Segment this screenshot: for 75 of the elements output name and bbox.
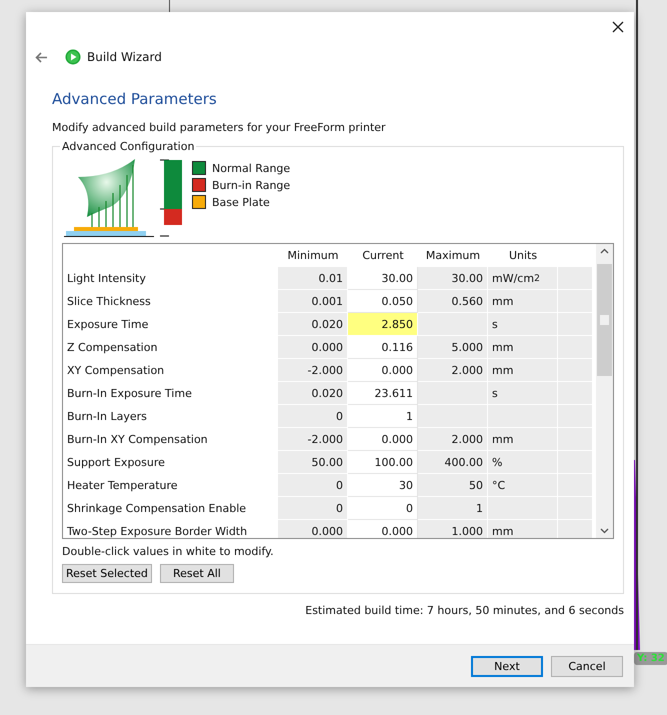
table-cell: 50 xyxy=(418,474,488,497)
table-cell[interactable]: 2.850 xyxy=(348,313,418,336)
table-cell: 0.01 xyxy=(278,267,348,290)
table-cell: 0.020 xyxy=(278,382,348,405)
play-icon xyxy=(65,49,81,65)
scrollbar[interactable] xyxy=(596,244,613,538)
reset-button[interactable]: Reset All xyxy=(160,564,234,583)
legend-label: Base Plate xyxy=(212,196,270,208)
table-cell: 0.000 xyxy=(278,336,348,359)
table-cell[interactable]: 0 xyxy=(348,497,418,520)
table-cell: 2.000 xyxy=(418,359,488,382)
table-cell[interactable]: 30 xyxy=(348,474,418,497)
coordinate-badge: Y: 32 xyxy=(634,652,667,665)
scroll-up-icon[interactable] xyxy=(600,248,609,254)
page-heading: Advanced Parameters xyxy=(52,90,218,108)
table-cell: 400.00 xyxy=(418,451,488,474)
parameter-name[interactable]: Burn-In Exposure Time xyxy=(63,382,278,405)
table-cell: 5.000 xyxy=(418,336,488,359)
table-cell: mm xyxy=(488,359,558,382)
grip-mark xyxy=(600,315,609,325)
table-cell: s xyxy=(488,313,558,336)
table-cell: 0.020 xyxy=(278,313,348,336)
estimate-text: Estimated build time: 7 hours, 50 minutes, and 6 seconds xyxy=(304,604,624,617)
table-cell: s xyxy=(488,382,558,405)
parameter-name[interactable]: Exposure Time xyxy=(63,313,278,336)
table-cell: 1.000 xyxy=(418,520,488,538)
table-cell[interactable]: 0.000 xyxy=(348,428,418,451)
scroll-down-icon[interactable] xyxy=(600,528,609,534)
table-cell: 2.000 xyxy=(418,428,488,451)
description-text: Modify advanced build parameters for your FreeForm printer xyxy=(52,121,387,134)
parameter-name[interactable]: XY Compensation xyxy=(63,359,278,382)
table-cell: 0.001 xyxy=(278,290,348,313)
table-cell: -2.000 xyxy=(278,428,348,451)
table-cell: mm xyxy=(488,520,558,538)
parameter-name[interactable]: Shrinkage Compensation Enable xyxy=(63,497,278,520)
table-cell: 0 xyxy=(278,405,348,428)
parameter-name[interactable]: Two-Step Exposure Border Width xyxy=(63,520,278,538)
table-cell[interactable]: 23.611 xyxy=(348,382,418,405)
parameter-name[interactable]: Support Exposure xyxy=(63,451,278,474)
table-cell[interactable]: 0.000 xyxy=(348,359,418,382)
dialog-button[interactable]: Next xyxy=(471,656,543,676)
table-cell: mm xyxy=(488,290,558,313)
parameter-name[interactable]: Burn-In Layers xyxy=(63,405,278,428)
parameter-name[interactable]: Slice Thickness xyxy=(63,290,278,313)
table-cell: 0 xyxy=(278,474,348,497)
back-arrow-icon[interactable] xyxy=(35,52,48,62)
table-cell: 30.00 xyxy=(418,267,488,290)
window-title: Build Wizard xyxy=(87,50,162,64)
scroll-thumb[interactable] xyxy=(597,264,612,376)
parameter-name[interactable]: Burn-In XY Compensation xyxy=(63,428,278,451)
table-cell: °C xyxy=(488,474,558,497)
table-cell[interactable]: 1 xyxy=(348,405,418,428)
table-cell: 50.00 xyxy=(278,451,348,474)
table-cell: 0.560 xyxy=(418,290,488,313)
hint-text: Double-click values in white to modify. xyxy=(62,545,275,558)
parameter-name[interactable]: Z Compensation xyxy=(63,336,278,359)
parameter-name[interactable]: Heater Temperature xyxy=(63,474,278,497)
table-cell[interactable]: 100.00 xyxy=(348,451,418,474)
table-cell: mm xyxy=(488,336,558,359)
table-cell: mm xyxy=(488,428,558,451)
table-cell[interactable]: 0.050 xyxy=(348,290,418,313)
dialog-button[interactable]: Cancel xyxy=(551,656,623,676)
table-cell[interactable]: 0.116 xyxy=(348,336,418,359)
table-cell: -2.000 xyxy=(278,359,348,382)
reset-button[interactable]: Reset Selected xyxy=(62,564,152,583)
parameter-name[interactable]: Light Intensity xyxy=(63,267,278,290)
group-label: Advanced Configuration xyxy=(61,140,196,153)
legend-label: Normal Range xyxy=(212,162,290,174)
table-cell[interactable]: 30.00 xyxy=(348,267,418,290)
table-cell: % xyxy=(488,451,558,474)
table-cell: 0 xyxy=(278,497,348,520)
close-icon[interactable] xyxy=(612,21,624,33)
legend-label: Burn-in Range xyxy=(212,178,290,192)
table-cell: 0.000 xyxy=(278,520,348,538)
table-cell: 1 xyxy=(418,497,488,520)
